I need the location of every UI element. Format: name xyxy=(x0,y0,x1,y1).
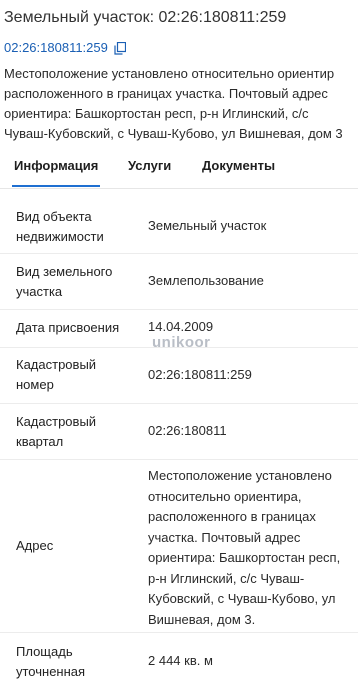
info-row-cadastral-quarter: Кадастровый квартал 02:26:180811 xyxy=(0,404,358,460)
info-value: Земельный участок xyxy=(148,218,267,233)
info-value: Землепользование xyxy=(148,273,264,288)
tab-bar: Информация Услуги Документы xyxy=(0,152,358,189)
page-title: Земельный участок: 02:26:180811:259 xyxy=(4,9,287,26)
location-line: Чуваш-Кубовский, с Чуваш-Кубово, ул Вишн… xyxy=(4,126,343,141)
info-label: Адрес xyxy=(16,538,54,553)
info-row-cadastral-number: Кадастровый номер 02:26:180811:259 xyxy=(0,348,358,404)
tab-information[interactable]: Информация xyxy=(11,158,101,187)
location-line: расположенного в границах участка. Почто… xyxy=(4,86,328,101)
watermark-logo: unikoor xyxy=(152,334,211,351)
cadastral-number-link[interactable]: 02:26:180811:259 xyxy=(4,40,108,56)
location-line: Местоположение установлено относительно … xyxy=(4,66,335,81)
copy-icon[interactable] xyxy=(114,41,126,55)
info-label: Вид объекта недвижимости xyxy=(16,209,104,244)
info-value: 02:26:180811:259 xyxy=(148,367,252,382)
cadastral-number-row: 02:26:180811:259 xyxy=(4,40,126,56)
location-line: ориентира: Башкортостан респ, р-н Иглинс… xyxy=(4,106,309,121)
info-value: Местоположение установлено относительно … xyxy=(148,468,341,627)
info-row-address: Адрес Местоположение установлено относит… xyxy=(0,460,358,633)
location-description: Местоположение установлено относительно … xyxy=(4,64,358,144)
info-label: Площадь уточненная xyxy=(16,644,86,679)
info-row-area: Площадь уточненная 2 444 кв. м xyxy=(0,633,358,693)
tab-documents[interactable]: Документы xyxy=(202,158,275,174)
info-label: Кадастровый квартал xyxy=(16,414,97,449)
info-row-land-type: Вид земельного участка Землепользование xyxy=(0,254,358,310)
info-row-object-type: Вид объекта недвижимости Земельный участ… xyxy=(0,198,358,254)
watermark-text: unikoor xyxy=(152,334,211,351)
info-value: 02:26:180811 xyxy=(148,423,227,438)
tab-services[interactable]: Услуги xyxy=(128,158,171,174)
info-value: 2 444 кв. м xyxy=(148,653,213,668)
info-label: Вид земельного участка xyxy=(16,264,113,299)
info-label: Дата присвоения xyxy=(16,320,120,335)
info-label: Кадастровый номер xyxy=(16,357,97,392)
